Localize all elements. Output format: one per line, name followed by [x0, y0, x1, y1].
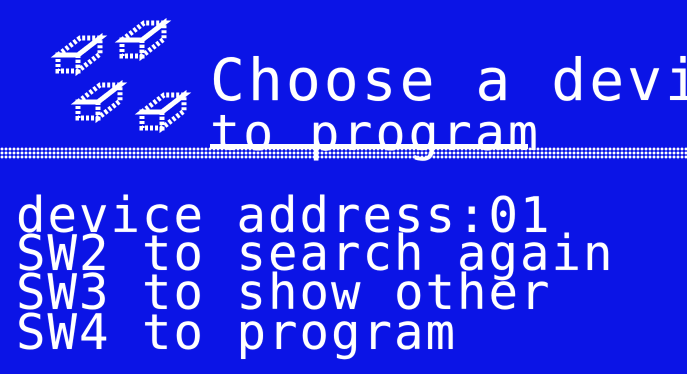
device-chip-icon — [50, 32, 108, 77]
lcd-screen: Choose a device to program device addres… — [0, 0, 687, 374]
device-chip-icon — [134, 89, 192, 134]
separator — [0, 147, 687, 159]
device-chip-icon — [114, 17, 172, 62]
device-icons — [50, 17, 192, 134]
sw4-instruction: SW4 to program — [16, 304, 458, 361]
device-chip-icon — [70, 79, 128, 124]
